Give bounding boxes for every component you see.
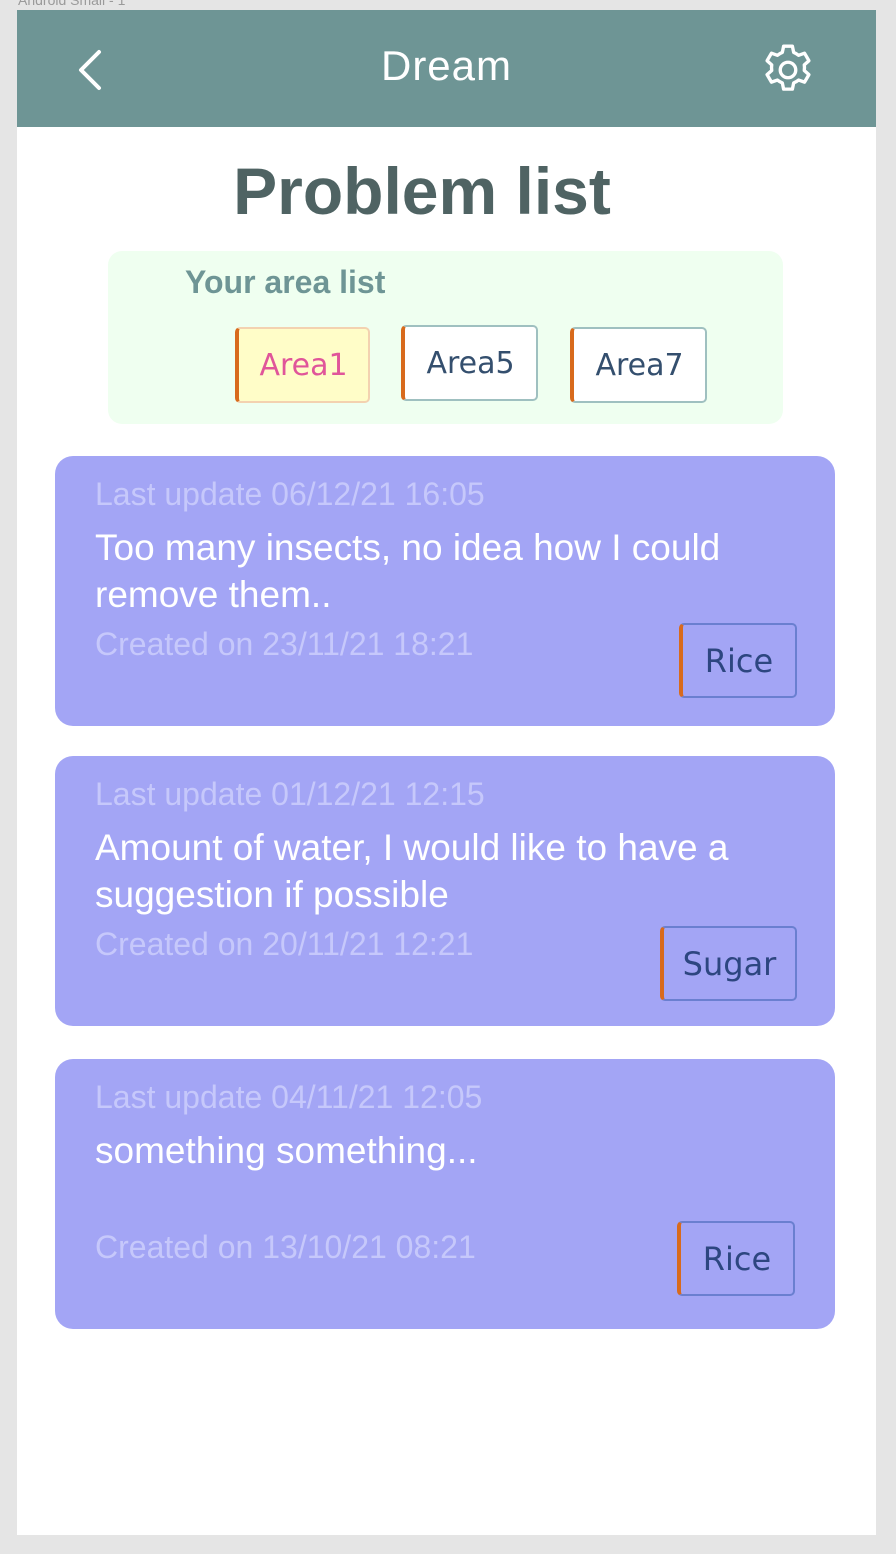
- created-date-text: Created on 13/10/21 08:21: [95, 1229, 476, 1265]
- crop-tag[interactable]: Rice: [679, 623, 797, 698]
- app-header: Dream: [17, 10, 876, 127]
- problem-description: something something...: [95, 1130, 478, 1171]
- app-title: Dream: [380, 42, 513, 89]
- area-list-heading: Your area list: [185, 264, 386, 300]
- area-chip-area7[interactable]: Area7: [570, 327, 707, 403]
- problem-description: Too many insects, no idea how I could re…: [95, 527, 721, 615]
- area-chip-area1[interactable]: Area1: [235, 327, 370, 403]
- crop-tag[interactable]: Rice: [677, 1221, 795, 1296]
- gear-icon[interactable]: [757, 39, 819, 101]
- area-list-panel: Your area list Area1 Area5 Area7: [108, 251, 783, 424]
- frame-label: Android Small - 1: [18, 0, 126, 8]
- area-chip-area5[interactable]: Area5: [401, 325, 538, 401]
- last-update-text: Last update 06/12/21 16:05: [95, 476, 485, 512]
- page-title: Problem list: [233, 154, 611, 228]
- problem-card[interactable]: Last update 01/12/21 12:15 Amount of wat…: [55, 756, 835, 1026]
- problem-description: Amount of water, I would like to have a …: [95, 827, 729, 915]
- problem-card[interactable]: Last update 06/12/21 16:05 Too many inse…: [55, 456, 835, 726]
- created-date-text: Created on 23/11/21 18:21: [95, 626, 474, 662]
- app-screen: Dream Problem list Your area list Area1 …: [17, 10, 876, 1535]
- last-update-text: Last update 04/11/21 12:05: [95, 1079, 483, 1115]
- last-update-text: Last update 01/12/21 12:15: [95, 776, 485, 812]
- problem-card[interactable]: Last update 04/11/21 12:05 something som…: [55, 1059, 835, 1329]
- created-date-text: Created on 20/11/21 12:21: [95, 926, 474, 962]
- crop-tag[interactable]: Sugar: [660, 926, 797, 1001]
